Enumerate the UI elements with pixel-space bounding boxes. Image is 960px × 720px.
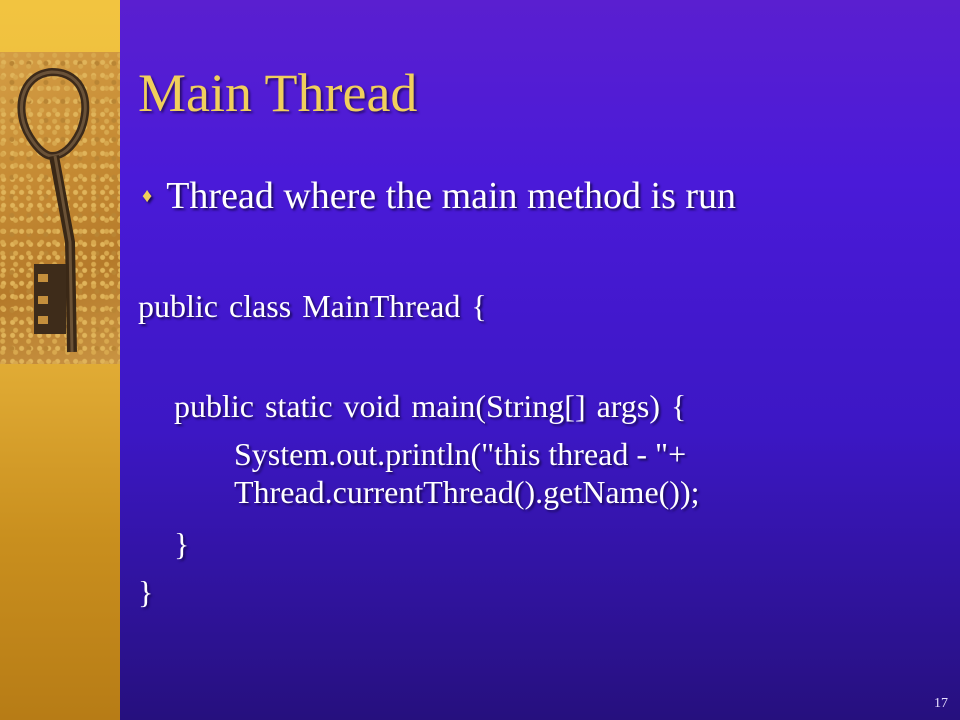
- diamond-bullet-icon: ♦: [142, 185, 153, 207]
- key-image: [0, 52, 120, 364]
- code-line-class-close: }: [138, 574, 154, 610]
- slide: Main Thread ♦ Thread where the main meth…: [0, 0, 960, 720]
- bullet-item: ♦ Thread where the main method is run: [142, 174, 736, 218]
- code-line-thread-name: Thread.currentThread().getName());: [234, 474, 700, 510]
- slide-title: Main Thread: [138, 63, 418, 123]
- code-line-println: System.out.println("this thread - "+: [234, 436, 687, 472]
- code-line-class-declaration: public class MainThread {: [138, 288, 487, 324]
- page-number: 17: [934, 696, 948, 711]
- key-icon: [17, 67, 90, 353]
- code-line-method-close: }: [174, 526, 190, 562]
- code-line-main-method: public static void main(String[] args) {: [174, 388, 687, 424]
- bullet-text: Thread where the main method is run: [166, 175, 737, 217]
